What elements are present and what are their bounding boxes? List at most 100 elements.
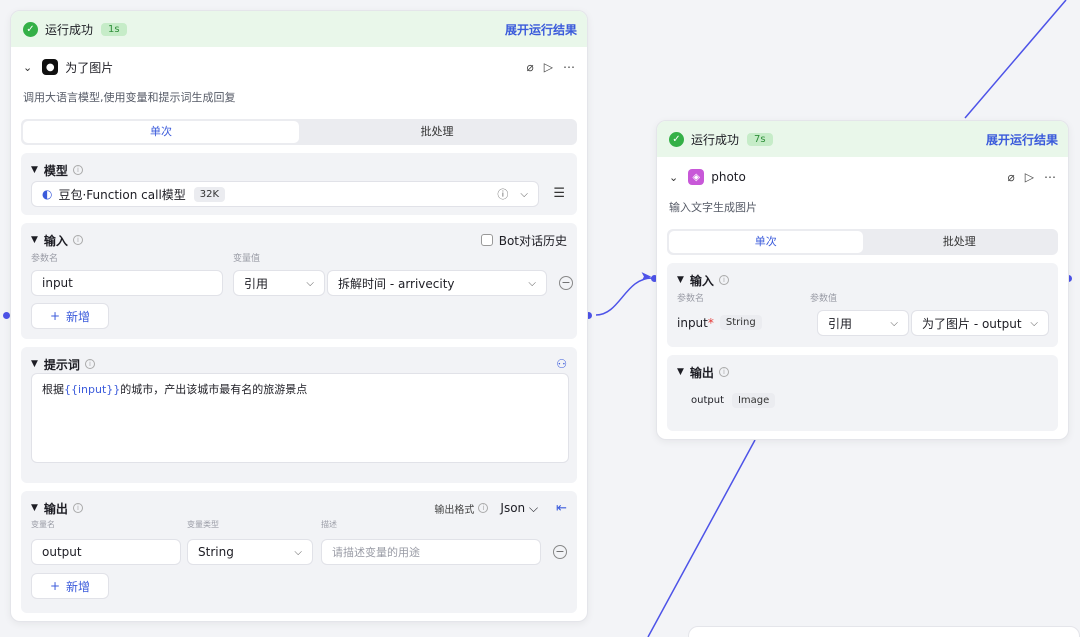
debug-off-icon[interactable]: ⌀ [1008,170,1015,184]
bot-history-label: Bot对话历史 [498,233,567,248]
run-status-text: 运行成功 [45,22,94,37]
output-type-select[interactable]: String ⌵ [187,539,313,565]
bot-history-checkbox[interactable] [480,234,493,246]
ref-type-select[interactable]: 引用 ⌵ [817,310,909,336]
output-format-label: 输出格式 [434,504,475,516]
image-gen-node[interactable]: ✓ 运行成功 7s 展开运行结果 ⌄ ◈ photo ⌀ ▷ ⋯ 输入文字生成图… [656,120,1069,440]
var-desc-header: 描述 [321,520,337,529]
output-desc-input[interactable]: 请描述变量的用途 [321,539,541,565]
import-icon[interactable]: ⇤ [556,501,567,516]
chevron-down-icon: ⌵ [306,277,314,289]
prompt-text: 的城市，产出该城市最有名的旅游景点 [120,383,308,396]
prompt-variable: {{input}} [64,383,121,396]
chevron-down-icon: ⌵ [890,317,898,329]
add-output-label: 新增 [66,579,91,594]
tab-batch[interactable]: 批处理 [863,231,1057,253]
context-badge: 32K [193,186,226,202]
info-icon: i [72,235,83,245]
output-section: ▼ 输出 i output Image [667,355,1058,431]
add-input-button[interactable]: + 新增 [31,303,109,329]
tab-batch[interactable]: 批处理 [299,121,575,143]
llm-node[interactable]: ✓ 运行成功 1s 展开运行结果 ⌄ ● 为了图片 ⌀ ▷ ⋯ 调用大语言模型,… [10,10,588,622]
expand-results-link[interactable]: 展开运行结果 [986,131,1058,148]
prompt-library-icon[interactable]: ⚇ [556,357,567,371]
var-type-header: 变量类型 [187,520,219,529]
plus-icon: + [49,579,61,593]
node-title: photo [711,170,746,184]
chevron-down-icon[interactable]: ⌄ [669,171,678,184]
play-icon[interactable]: ▷ [1025,170,1034,184]
input-section: ▼ 输入 i Bot对话历史 参数名 变量值 input 引用 ⌵ 拆解时间 - ar… [21,223,577,339]
info-icon[interactable]: ⓘ [497,186,508,202]
chevron-down-icon[interactable]: ▼ [677,275,684,285]
chevron-down-icon: ⌵ [520,188,528,200]
node-title: 为了图片 [65,60,114,75]
settings-sliders-icon[interactable]: ☰ [553,186,565,201]
chevron-down-icon[interactable]: ▼ [677,367,684,377]
chevron-down-icon[interactable]: ▼ [31,235,38,245]
output-type-value: String [198,545,234,559]
wire-arrow-icon: ➤ [640,269,652,285]
wire-top [964,0,1067,119]
mode-tabs: 单次 批处理 [667,229,1058,255]
chevron-down-icon[interactable]: ▼ [31,165,38,175]
more-icon[interactable]: ⋯ [1044,170,1056,184]
prompt-textarea[interactable]: 根据{{input}}的城市，产出该城市最有名的旅游景点 [31,373,569,463]
tab-single[interactable]: 单次 [23,121,299,143]
partial-node[interactable] [688,626,1080,637]
prompt-section: ▼ 提示词 i ⚇ 根据{{input}}的城市，产出该城市最有名的旅游景点 [21,347,577,483]
output-format-select[interactable]: Json ⌵ [500,501,538,516]
param-name: input* String [677,315,762,330]
more-icon[interactable]: ⋯ [563,60,575,74]
doubao-logo-icon: ◐ [42,187,53,201]
chevron-down-icon[interactable]: ⌄ [23,61,32,74]
param-name-header: 参数名 [677,294,705,304]
chevron-down-icon[interactable]: ▼ [31,359,38,369]
debug-off-icon[interactable]: ⌀ [527,60,534,74]
info-icon: i [478,503,489,513]
add-output-button[interactable]: + 新增 [31,573,109,599]
play-icon[interactable]: ▷ [544,60,553,74]
output-section: ▼ 输出 i 输出格式 i Json ⌵ ⇤ 变量名 变量类型 描述 output … [21,491,577,613]
run-status-bar: ✓ 运行成功 1s 展开运行结果 [11,11,587,47]
prompt-text: 根据 [42,383,64,396]
input-section: ▼ 输入 i 参数名 参数值 input* String 引用 ⌵ 为了图片 - ou… [667,263,1058,347]
info-icon: i [718,275,729,285]
param-value-header: 变量值 [233,254,261,264]
expand-results-link[interactable]: 展开运行结果 [505,21,577,38]
model-select[interactable]: ◐ 豆包·Function call模型 32K ⓘ ⌵ [31,181,539,207]
input-label: 输入 [689,273,714,288]
model-name: 豆包·Function call模型 [58,187,186,202]
info-icon: i [72,165,83,175]
variable-ref-select[interactable]: 为了图片 - output ⌵ [911,310,1049,336]
ref-type-select[interactable]: 引用 ⌵ [233,270,325,296]
tab-single[interactable]: 单次 [669,231,863,253]
mode-tabs: 单次 批处理 [21,119,577,145]
var-name-header: 变量名 [31,520,55,529]
chevron-down-icon[interactable]: ▼ [31,503,38,513]
left-input-port[interactable] [3,312,10,319]
workflow-canvas[interactable]: ➤ ✓ 运行成功 1s 展开运行结果 ⌄ ● 为了图片 ⌀ ▷ ⋯ 调用大语言模… [0,0,1080,637]
remove-output-button[interactable]: − [553,545,567,559]
node-header: ⌄ ● 为了图片 ⌀ ▷ ⋯ [11,47,587,87]
run-status-text: 运行成功 [691,132,740,147]
node-description: 调用大语言模型,使用变量和提示词生成回复 [23,91,236,104]
remove-param-button[interactable]: − [559,276,573,290]
input-label: 输入 [43,233,68,248]
param-name-header: 参数名 [31,254,59,264]
ref-type-value: 引用 [244,276,269,291]
add-input-label: 新增 [66,309,91,324]
info-icon: i [84,359,95,369]
param-type-badge: String [719,315,762,330]
variable-ref-select[interactable]: 拆解时间 - arrivecity ⌵ [327,270,547,296]
variable-ref-value: 为了图片 - output [922,316,1022,331]
ref-type-value: 引用 [828,316,853,331]
param-name-input[interactable]: input [31,270,223,296]
prompt-label: 提示词 [43,357,80,372]
image-gen-icon: ◈ [688,169,705,185]
output-label: 输出 [43,501,68,516]
run-time-badge: 1s [101,22,127,36]
node-description: 输入文字生成图片 [669,201,757,214]
output-name-input[interactable]: output [31,539,181,565]
chevron-down-icon: ⌵ [528,277,536,289]
